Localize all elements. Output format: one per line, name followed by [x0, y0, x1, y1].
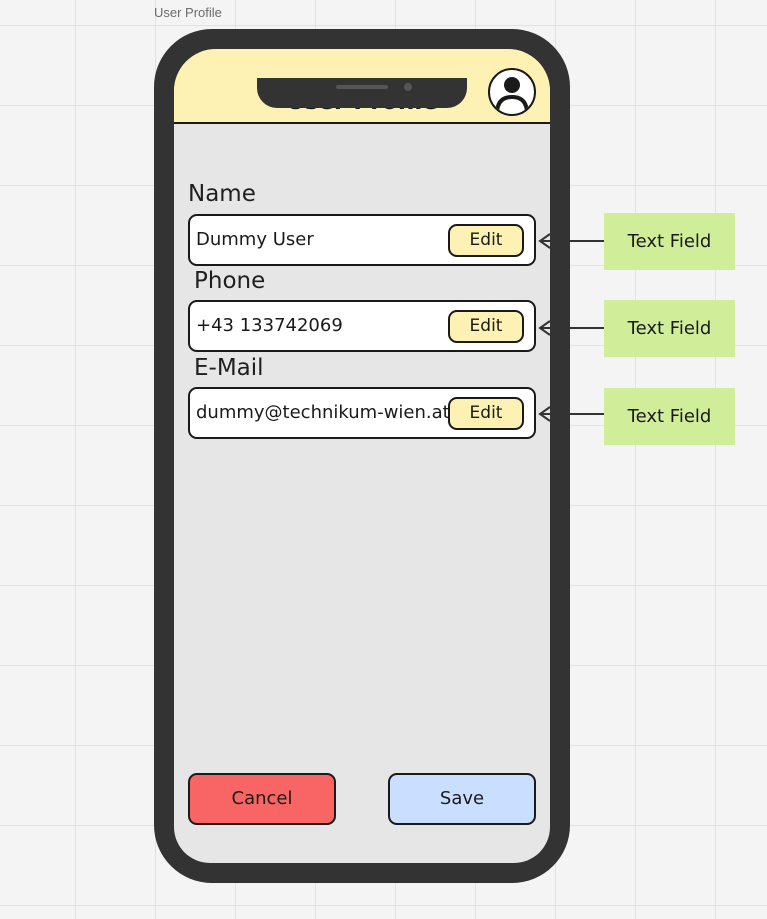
cancel-button[interactable]: Cancel [188, 773, 336, 825]
annotation-connectors [538, 233, 604, 422]
annotation-note: Text Field [604, 300, 735, 357]
annotation-note: Text Field [604, 388, 735, 445]
annotation-note: Text Field [604, 213, 735, 270]
save-button[interactable]: Save [388, 773, 536, 825]
